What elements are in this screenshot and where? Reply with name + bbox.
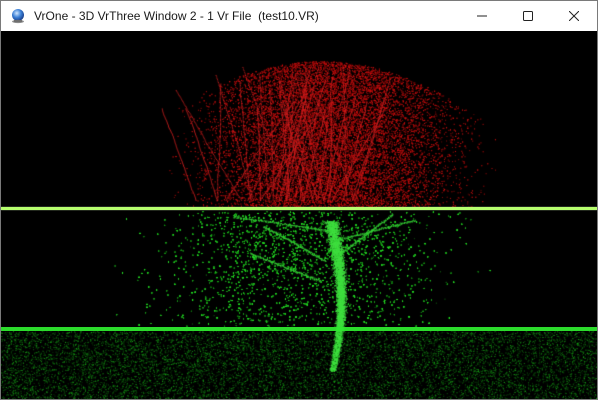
point-cloud-canvas[interactable] bbox=[1, 31, 597, 399]
minimize-icon bbox=[477, 15, 487, 17]
title-bar[interactable]: VrOne - 3D VrThree Window 2 - 1 Vr File … bbox=[1, 1, 597, 31]
maximize-icon bbox=[523, 11, 533, 21]
cross-section-line-upper bbox=[1, 207, 597, 210]
window-title: VrOne - 3D VrThree Window 2 - 1 Vr File … bbox=[34, 9, 319, 23]
minimize-button[interactable] bbox=[459, 1, 505, 31]
maximize-button[interactable] bbox=[505, 1, 551, 31]
vrone-globe-icon bbox=[12, 9, 24, 24]
close-button[interactable] bbox=[551, 1, 597, 31]
vrthree-window: VrOne - 3D VrThree Window 2 - 1 Vr File … bbox=[0, 0, 598, 400]
ground-plane-line bbox=[1, 327, 597, 331]
3d-viewport[interactable] bbox=[1, 31, 597, 399]
close-icon bbox=[569, 11, 579, 21]
